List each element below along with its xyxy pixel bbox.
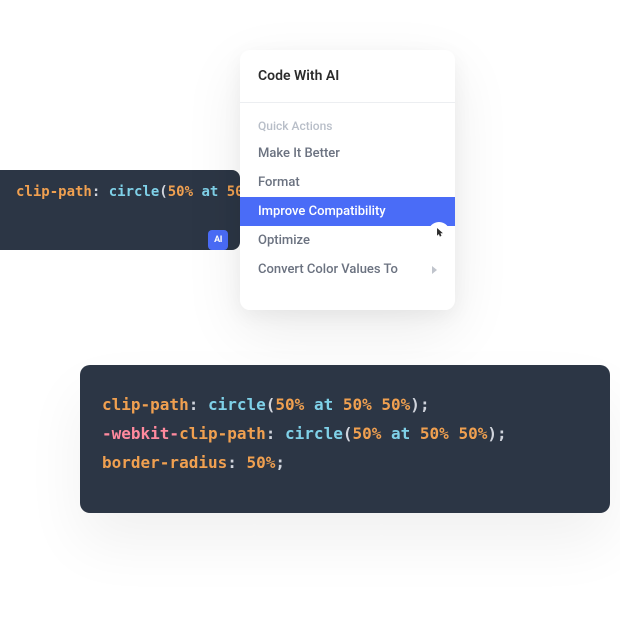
menu-item-label: Convert Color Values To — [258, 262, 398, 277]
css-value: 50% — [343, 395, 372, 414]
menu-item-format[interactable]: Format — [240, 168, 455, 197]
pointer-cursor-icon — [428, 222, 450, 244]
css-value: 50% — [247, 453, 276, 472]
css-value: 50% — [352, 424, 381, 443]
code-line: clip-path: circle(50% at 50 — [16, 184, 224, 200]
css-function: circle — [109, 184, 160, 200]
popup-section-header: Quick Actions — [240, 113, 455, 139]
code-line: clip-path: circle(50% at 50% 50%); — [102, 391, 588, 420]
css-value: 50% — [275, 395, 304, 414]
css-property: clip-path — [179, 424, 266, 443]
punctuation: : — [92, 184, 109, 200]
ai-badge-icon[interactable]: AI — [208, 230, 228, 250]
punctuation: : — [266, 424, 285, 443]
css-value: 50% — [381, 395, 410, 414]
punctuation: ; — [497, 424, 507, 443]
menu-item-improve-compatibility[interactable]: Improve Compatibility — [240, 197, 455, 226]
css-keyword: at — [304, 395, 343, 414]
punctuation: : — [227, 453, 246, 472]
css-property: border-radius — [102, 453, 227, 472]
ai-badge-label: AI — [214, 235, 222, 245]
css-function: circle — [285, 424, 343, 443]
ai-popup-menu: Code With AI Quick Actions Make It Bette… — [240, 50, 455, 310]
punctuation: ; — [275, 453, 285, 472]
css-prefix: -webkit- — [102, 424, 179, 443]
css-property: clip-path — [102, 395, 189, 414]
popup-title: Code With AI — [240, 68, 455, 103]
punctuation — [372, 395, 382, 414]
css-value: 50% — [458, 424, 487, 443]
css-keyword: at — [193, 184, 227, 200]
css-value: 50% — [168, 184, 193, 200]
punctuation: ) — [410, 395, 420, 414]
punctuation: : — [189, 395, 208, 414]
punctuation: ( — [159, 184, 167, 200]
punctuation: ( — [266, 395, 276, 414]
code-line: border-radius: 50%; — [102, 449, 588, 478]
css-value: 50 — [227, 184, 240, 200]
punctuation: ; — [420, 395, 430, 414]
menu-item-make-better[interactable]: Make It Better — [240, 139, 455, 168]
code-line: -webkit-clip-path: circle(50% at 50% 50%… — [102, 420, 588, 449]
css-property: clip-path — [16, 184, 92, 200]
css-function: circle — [208, 395, 266, 414]
css-value: 50% — [420, 424, 449, 443]
css-keyword: at — [381, 424, 420, 443]
menu-item-optimize[interactable]: Optimize — [240, 226, 455, 255]
menu-item-convert-color[interactable]: Convert Color Values To — [240, 255, 455, 284]
punctuation: ) — [487, 424, 497, 443]
code-snippet-top: clip-path: circle(50% at 50 — [0, 170, 240, 250]
punctuation — [449, 424, 459, 443]
code-snippet-bottom: clip-path: circle(50% at 50% 50%); -webk… — [80, 365, 610, 513]
